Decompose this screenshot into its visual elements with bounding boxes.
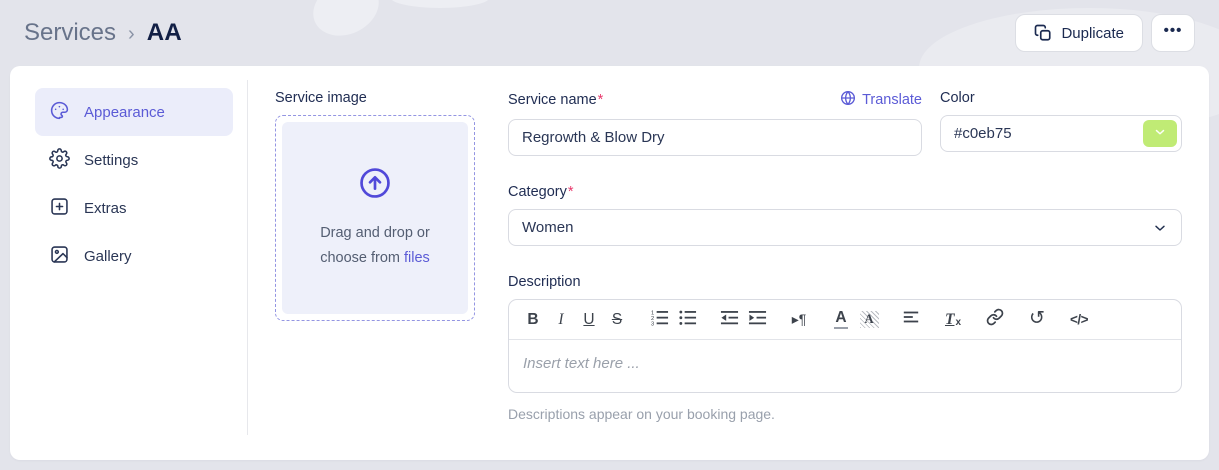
sidebar-item-label: Extras [84,200,127,217]
description-label: Description [508,274,1182,290]
align-button[interactable] [897,306,925,334]
dropzone-line2: choose from [320,250,404,266]
category-select[interactable]: Women [508,209,1182,246]
highlight-color-button[interactable]: A [855,306,883,334]
breadcrumb-separator: › [128,21,135,46]
more-options-button[interactable]: ••• [1151,14,1195,52]
required-asterisk: * [598,92,604,108]
strikethrough-button[interactable]: S [603,306,631,334]
translate-button[interactable]: Translate [840,90,922,110]
sidebar-item-gallery[interactable]: Gallery [35,232,233,280]
undo-button[interactable]: ↺ [1023,306,1051,334]
choose-files-link[interactable]: files [404,250,430,266]
unordered-list-button[interactable] [673,306,701,334]
sidebar-item-extras[interactable]: Extras [35,184,233,232]
description-group: Description B I U S [508,274,1182,422]
ordered-list-button[interactable]: 1 2 3 [645,306,673,334]
sidebar-item-settings[interactable]: Settings [35,136,233,184]
clear-formatting-button[interactable]: Tx [939,306,967,334]
category-selected-value: Women [508,209,1182,246]
page-header: Services › AA Duplicate ••• [0,0,1219,66]
undo-icon: ↺ [1029,307,1045,329]
breadcrumb-current-page: AA [147,19,182,47]
sidebar-item-label: Settings [84,152,138,169]
insert-link-button[interactable] [981,306,1009,334]
editor-toolbar: B I U S 1 2 3 [509,300,1181,340]
upload-arrow-icon [358,166,392,205]
dropzone-text: Drag and drop or choose from files [320,221,430,270]
clear-format-icon: T [945,311,954,329]
required-asterisk: * [568,184,574,200]
duplicate-button-label: Duplicate [1061,25,1124,42]
underline-button[interactable]: U [575,306,603,334]
category-group: Category* Women [508,184,1182,246]
code-icon: </> [1070,312,1088,327]
paragraph-direction-button[interactable]: ▸¶ [785,306,813,334]
italic-button[interactable]: I [547,306,575,334]
service-image-label: Service image [275,90,475,106]
service-name-input[interactable] [508,119,922,156]
ordered-list-icon: 1 2 3 [650,308,669,332]
service-edit-card: Appearance Settings Extras [10,66,1209,460]
code-view-button[interactable]: </> [1065,306,1093,334]
align-left-icon [902,308,920,331]
sidebar-item-appearance[interactable]: Appearance [35,88,233,136]
service-name-group: Service name* Translate [508,90,922,156]
duplicate-button[interactable]: Duplicate [1015,14,1143,52]
ellipsis-icon: ••• [1164,22,1183,39]
bold-button[interactable]: B [519,306,547,334]
image-dropzone-inner: Drag and drop or choose from files [282,122,468,314]
color-group: Color [940,90,1182,156]
header-actions: Duplicate ••• [1015,14,1195,52]
globe-icon [840,90,856,110]
text-color-button[interactable]: A [827,306,855,334]
breadcrumb-services-link[interactable]: Services [24,19,116,47]
copy-icon [1034,24,1052,42]
chevron-down-icon [1153,125,1167,142]
appearance-panel: Service image Drag and drop or choose fr… [248,66,1209,460]
image-dropzone[interactable]: Drag and drop or choose from files [275,115,475,321]
image-icon [49,244,70,269]
indent-icon [748,308,767,332]
service-fields: Service name* Translate [508,90,1182,460]
plus-square-icon [49,196,70,221]
sidebar-item-label: Gallery [84,248,132,265]
color-swatch-button[interactable] [1143,120,1177,147]
outdent-button[interactable] [715,306,743,334]
svg-text:3: 3 [650,321,653,326]
link-icon [986,308,1004,331]
rich-text-editor: B I U S 1 2 3 [508,299,1182,393]
text-color-icon: A [834,310,847,328]
outdent-icon [720,308,739,332]
chevron-down-icon [1152,220,1168,241]
highlight-icon: A [860,311,879,328]
unordered-list-icon [678,308,697,332]
settings-sidebar: Appearance Settings Extras [10,66,248,460]
service-name-label: Service name* [508,92,603,108]
indent-button[interactable] [743,306,771,334]
color-label: Color [940,90,1182,106]
sidebar-item-label: Appearance [84,104,165,121]
gear-icon [49,148,70,173]
palette-icon [49,100,70,125]
description-helper-text: Descriptions appear on your booking page… [508,406,1182,422]
dropzone-line1: Drag and drop or [320,225,430,241]
description-editor-area[interactable]: Insert text here ... [509,340,1181,392]
category-label: Category* [508,184,1182,200]
translate-label: Translate [862,92,922,108]
service-image-section: Service image Drag and drop or choose fr… [275,90,475,460]
breadcrumb: Services › AA [24,19,182,47]
